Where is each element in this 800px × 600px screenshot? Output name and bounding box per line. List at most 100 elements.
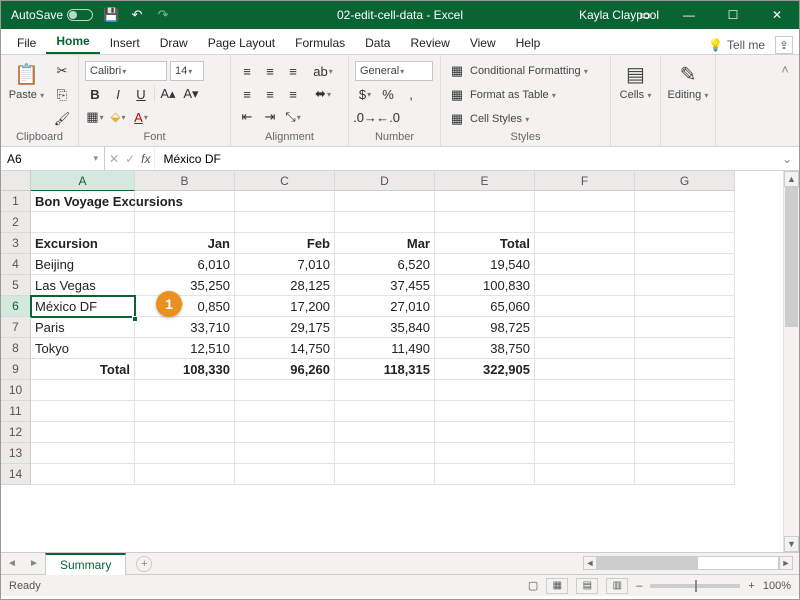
align-left-icon[interactable]: ≡ — [237, 84, 257, 104]
cell[interactable] — [535, 317, 635, 338]
increase-indent-icon[interactable]: ⇥ — [260, 107, 280, 127]
cell[interactable] — [135, 464, 235, 485]
cell[interactable] — [535, 191, 635, 212]
cell[interactable]: 108,330 — [135, 359, 235, 380]
ribbon-options-icon[interactable]: ▭ — [623, 1, 667, 29]
cell[interactable]: Total — [31, 359, 135, 380]
column-header[interactable]: C — [235, 171, 335, 191]
cell[interactable]: 96,260 — [235, 359, 335, 380]
cell[interactable] — [535, 296, 635, 317]
record-macro-icon[interactable]: ▢ — [528, 579, 538, 592]
cell[interactable]: 35,250 — [135, 275, 235, 296]
scroll-down-icon[interactable]: ▼ — [784, 536, 799, 552]
maximize-icon[interactable]: ☐ — [711, 1, 755, 29]
cell[interactable] — [31, 401, 135, 422]
autosave-toggle[interactable]: AutoSave — [11, 8, 93, 22]
cancel-formula-icon[interactable]: ✕ — [109, 152, 119, 166]
align-top-icon[interactable]: ≡ — [237, 61, 257, 81]
formula-input[interactable]: México DF — [155, 147, 775, 170]
close-icon[interactable]: ✕ — [755, 1, 799, 29]
bold-button[interactable]: B — [85, 84, 105, 104]
cell[interactable]: 65,060 — [435, 296, 535, 317]
row-header[interactable]: 2 — [1, 212, 31, 233]
cell[interactable] — [235, 401, 335, 422]
zoom-in-button[interactable]: + — [748, 580, 754, 592]
cell[interactable] — [335, 422, 435, 443]
currency-icon[interactable]: $ — [355, 84, 375, 104]
cell[interactable]: Jan — [135, 233, 235, 254]
cell[interactable]: 27,010 — [335, 296, 435, 317]
cell[interactable]: 118,315 — [335, 359, 435, 380]
cell[interactable] — [635, 380, 735, 401]
cell[interactable] — [135, 380, 235, 401]
conditional-formatting-button[interactable]: ▦Conditional Formatting — [447, 61, 588, 81]
minimize-icon[interactable]: ― — [667, 1, 711, 29]
cell[interactable] — [435, 443, 535, 464]
row-header[interactable]: 13 — [1, 443, 31, 464]
cell[interactable]: 19,540 — [435, 254, 535, 275]
format-as-table-button[interactable]: ▦Format as Table — [447, 85, 556, 105]
cell[interactable]: 6,010 — [135, 254, 235, 275]
cell[interactable] — [635, 254, 735, 275]
sheet-tab-summary[interactable]: Summary — [45, 553, 126, 575]
cell[interactable]: 322,905 — [435, 359, 535, 380]
cell[interactable] — [535, 233, 635, 254]
grow-font-icon[interactable]: A▴ — [158, 84, 178, 104]
row-header[interactable]: 8 — [1, 338, 31, 359]
row-header[interactable]: 5 — [1, 275, 31, 296]
cell[interactable]: 38,750 — [435, 338, 535, 359]
tell-me-search[interactable]: 💡 Tell me — [708, 38, 765, 52]
percent-icon[interactable]: % — [378, 84, 398, 104]
cell[interactable] — [635, 401, 735, 422]
cell[interactable]: Bon Voyage Excursions — [31, 191, 135, 212]
cell[interactable] — [535, 422, 635, 443]
row-header[interactable]: 10 — [1, 380, 31, 401]
cell[interactable] — [335, 191, 435, 212]
page-break-view-icon[interactable]: ▥ — [606, 578, 628, 594]
row-header[interactable]: 1 — [1, 191, 31, 212]
column-header[interactable]: D — [335, 171, 435, 191]
cell[interactable]: Tokyo — [31, 338, 135, 359]
tab-review[interactable]: Review — [400, 31, 459, 54]
cell[interactable]: Mar — [335, 233, 435, 254]
cell[interactable]: 98,725 — [435, 317, 535, 338]
cell[interactable]: México DF — [31, 296, 135, 317]
editing-button[interactable]: ✎Editing — [667, 61, 709, 101]
share-button[interactable]: ⇪ — [775, 36, 793, 54]
fx-icon[interactable]: fx — [141, 152, 150, 166]
cell[interactable] — [135, 212, 235, 233]
cell[interactable] — [235, 212, 335, 233]
align-bottom-icon[interactable]: ≡ — [283, 61, 303, 81]
cell[interactable]: 37,455 — [335, 275, 435, 296]
cell[interactable] — [635, 275, 735, 296]
italic-button[interactable]: I — [108, 84, 128, 104]
cell[interactable] — [235, 191, 335, 212]
cell[interactable] — [235, 380, 335, 401]
align-middle-icon[interactable]: ≡ — [260, 61, 280, 81]
scroll-up-icon[interactable]: ▲ — [784, 171, 799, 187]
cell[interactable] — [31, 380, 135, 401]
tab-page-layout[interactable]: Page Layout — [198, 31, 285, 54]
cell[interactable] — [535, 464, 635, 485]
increase-decimal-icon[interactable]: .0→ — [355, 107, 375, 127]
cell[interactable]: 6,520 — [335, 254, 435, 275]
cell[interactable] — [235, 464, 335, 485]
cell[interactable] — [535, 443, 635, 464]
row-header[interactable]: 9 — [1, 359, 31, 380]
decrease-indent-icon[interactable]: ⇤ — [237, 107, 257, 127]
format-painter-icon[interactable]: 🖌 — [52, 109, 72, 129]
tab-file[interactable]: File — [7, 31, 46, 54]
expand-formula-bar-icon[interactable]: ⌄ — [775, 147, 799, 170]
cell[interactable] — [635, 296, 735, 317]
row-header[interactable]: 11 — [1, 401, 31, 422]
tab-data[interactable]: Data — [355, 31, 400, 54]
select-all-corner[interactable] — [1, 171, 31, 191]
zoom-level[interactable]: 100% — [763, 580, 791, 592]
column-header[interactable]: F — [535, 171, 635, 191]
tab-formulas[interactable]: Formulas — [285, 31, 355, 54]
cell[interactable] — [31, 212, 135, 233]
cell[interactable] — [235, 443, 335, 464]
cell[interactable] — [535, 359, 635, 380]
cell[interactable] — [335, 380, 435, 401]
comma-icon[interactable]: , — [401, 84, 421, 104]
